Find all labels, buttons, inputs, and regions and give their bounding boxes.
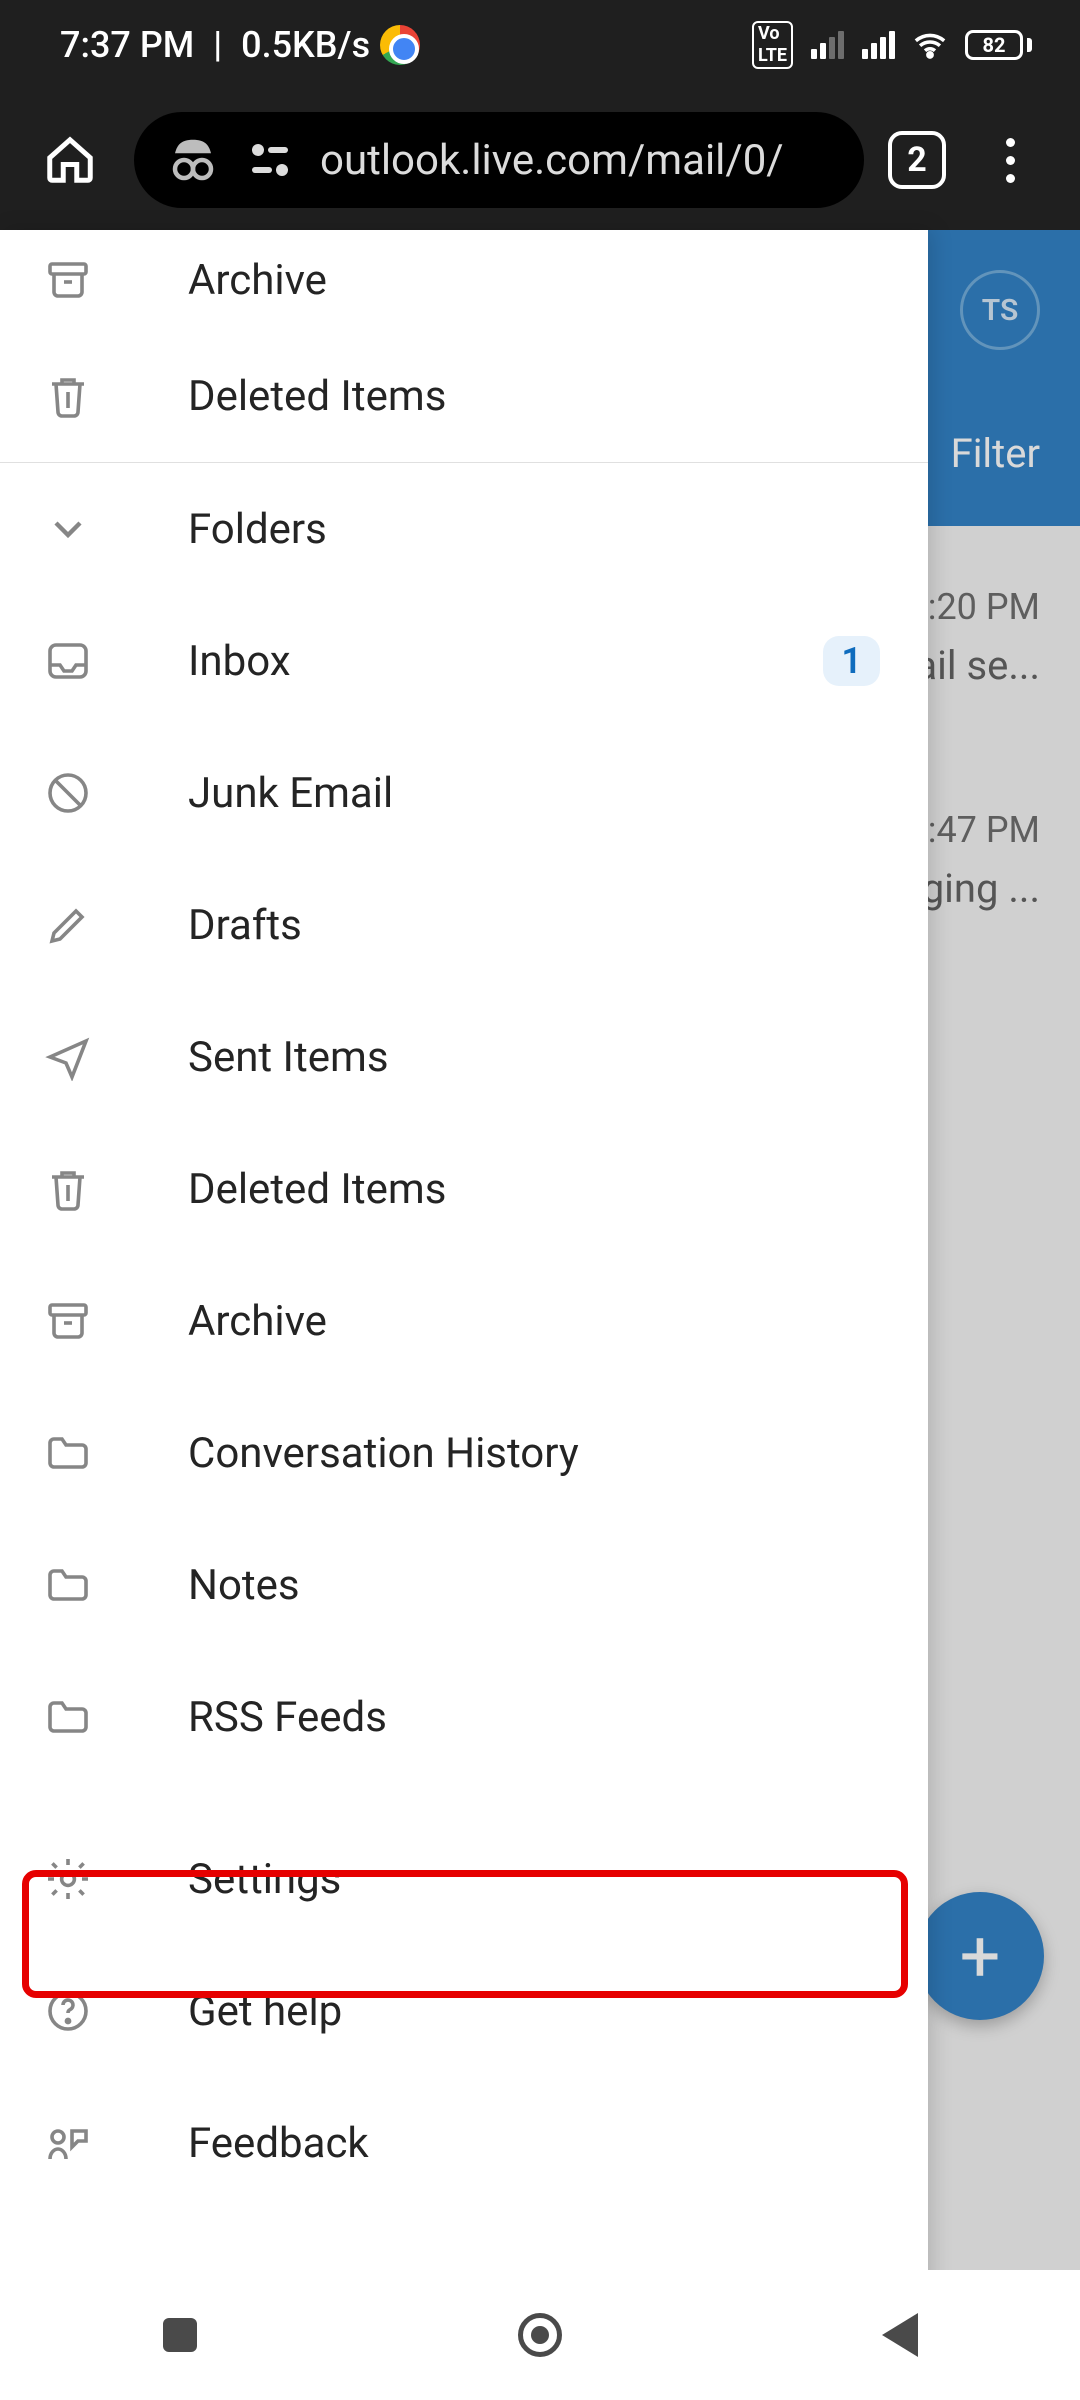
folder-icon xyxy=(44,1693,92,1741)
url-bar[interactable]: outlook.live.com/mail/0/ xyxy=(134,112,864,208)
sidebar-item-inbox[interactable]: Inbox 1 xyxy=(0,595,928,727)
sent-icon xyxy=(44,1033,92,1081)
sidebar-item-deleted[interactable]: Deleted Items xyxy=(0,330,928,462)
folder-icon xyxy=(44,1561,92,1609)
sidebar-item-sent[interactable]: Sent Items xyxy=(0,991,928,1123)
sidebar-item-label: Settings xyxy=(188,1855,928,1904)
feedback-icon xyxy=(44,2119,92,2167)
chrome-icon xyxy=(380,25,420,65)
gear-icon xyxy=(44,1855,92,1903)
site-settings-icon xyxy=(246,136,294,184)
status-bar: 7:37 PM | 0.5KB/s VoLTE 82 xyxy=(0,0,1080,90)
help-icon xyxy=(44,1987,92,2035)
sidebar-item-archive[interactable]: Archive xyxy=(0,230,928,330)
sidebar-item-notes[interactable]: Notes xyxy=(0,1519,928,1651)
signal-icon-2 xyxy=(862,31,895,59)
archive-icon xyxy=(44,256,92,304)
sidebar-item-deleted-2[interactable]: Deleted Items xyxy=(0,1123,928,1255)
trash-icon xyxy=(44,1165,92,1213)
sidebar-item-label: Conversation History xyxy=(188,1429,928,1478)
sidebar-item-label: Deleted Items xyxy=(188,372,928,421)
sidebar-item-label: Get help xyxy=(188,1987,928,2036)
sidebar-item-label: Notes xyxy=(188,1561,928,1610)
sidebar-item-label: Junk Email xyxy=(188,769,928,818)
sidebar-item-label: Drafts xyxy=(188,901,928,950)
volte-icon: VoLTE xyxy=(752,21,793,69)
trash-icon xyxy=(44,372,92,420)
home-nav-button[interactable] xyxy=(505,2300,575,2370)
android-navbar xyxy=(0,2270,1080,2400)
battery-icon: 82 xyxy=(965,30,1032,60)
sidebar-item-label: Feedback xyxy=(188,2119,928,2168)
sidebar-item-label: Inbox xyxy=(188,637,727,686)
navigation-drawer: Archive Deleted Items Folders Inbox xyxy=(0,230,928,2400)
chevron-down-icon xyxy=(44,505,92,553)
sidebar-item-rss-feeds[interactable]: RSS Feeds xyxy=(0,1651,928,1783)
status-netspeed: 0.5KB/s xyxy=(241,24,370,66)
browser-menu-button[interactable] xyxy=(970,120,1050,200)
sidebar-item-conversation-history[interactable]: Conversation History xyxy=(0,1387,928,1519)
url-text: outlook.live.com/mail/0/ xyxy=(320,136,784,185)
tabs-button[interactable]: 2 xyxy=(888,131,946,189)
folder-icon xyxy=(44,1429,92,1477)
sidebar-item-label: Sent Items xyxy=(188,1033,928,1082)
folders-header-label: Folders xyxy=(188,505,928,554)
sidebar-item-label: Deleted Items xyxy=(188,1165,928,1214)
folders-header[interactable]: Folders xyxy=(0,463,928,595)
back-button[interactable] xyxy=(865,2300,935,2370)
sidebar-item-junk[interactable]: Junk Email xyxy=(0,727,928,859)
sidebar-item-get-help[interactable]: Get help xyxy=(0,1945,928,2077)
browser-bar: outlook.live.com/mail/0/ 2 xyxy=(0,90,1080,230)
recents-button[interactable] xyxy=(145,2300,215,2370)
drafts-icon xyxy=(44,901,92,949)
sidebar-item-label: Archive xyxy=(188,256,928,305)
junk-icon xyxy=(44,769,92,817)
sidebar-item-archive-2[interactable]: Archive xyxy=(0,1255,928,1387)
signal-icon-1 xyxy=(811,31,844,59)
sidebar-item-drafts[interactable]: Drafts xyxy=(0,859,928,991)
sidebar-item-settings[interactable]: Settings xyxy=(0,1813,928,1945)
status-time: 7:37 PM xyxy=(60,24,194,66)
inbox-icon xyxy=(44,637,92,685)
sidebar-item-label: RSS Feeds xyxy=(188,1693,928,1742)
wifi-icon xyxy=(913,28,947,62)
unread-badge: 1 xyxy=(823,636,880,686)
archive-icon xyxy=(44,1297,92,1345)
home-button[interactable] xyxy=(30,120,110,200)
sidebar-item-label: Archive xyxy=(188,1297,928,1346)
incognito-icon xyxy=(166,133,220,187)
sidebar-item-feedback[interactable]: Feedback xyxy=(0,2077,928,2209)
